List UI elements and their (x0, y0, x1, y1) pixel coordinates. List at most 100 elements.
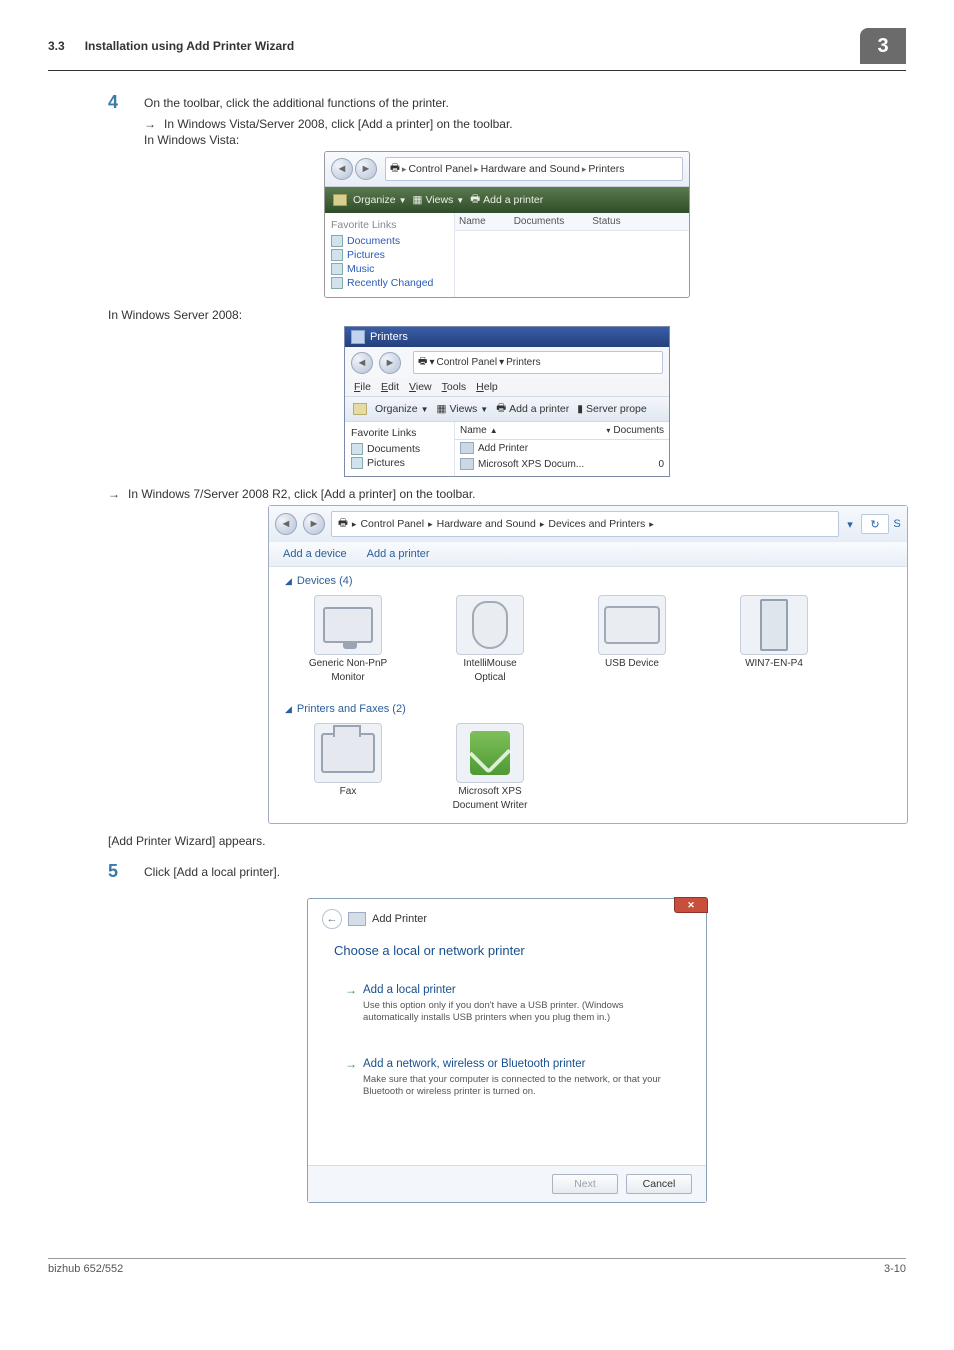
printer-icon (351, 330, 365, 344)
printer-fax[interactable]: Fax (293, 723, 403, 811)
nav-back-button[interactable]: ◄ (331, 158, 353, 180)
list-area (455, 231, 689, 281)
add-printer-button[interactable]: 🖶 Add a printer (470, 191, 543, 209)
arrow-icon: → (108, 487, 120, 501)
views-menu[interactable]: ▦ Views ▼ (437, 403, 489, 415)
nav-forward-button[interactable]: ► (379, 352, 401, 374)
server2008-printers-window: Printers ◄ ► 🖶 ▾ Control Panel ▾ Printer… (344, 326, 670, 477)
col-name[interactable]: Name (459, 216, 486, 227)
search-indicator: S (893, 514, 901, 534)
close-button[interactable]: ✕ (674, 897, 708, 913)
device-computer[interactable]: WIN7-EN-P4 (719, 595, 829, 683)
col-status[interactable]: Status (592, 216, 620, 227)
vista-label: In Windows Vista: (144, 133, 906, 147)
crumb-hardware-sound[interactable]: Hardware and Sound (437, 518, 536, 530)
views-icon: ▦ (413, 194, 423, 206)
crumb-hardware-sound[interactable]: Hardware and Sound (481, 163, 580, 175)
footer-page: 3-10 (884, 1263, 906, 1275)
refresh-button[interactable]: ↻ (861, 514, 889, 534)
section-number: 3.3 (48, 39, 65, 53)
nav-forward-button[interactable]: ► (303, 513, 325, 535)
add-device-button[interactable]: Add a device (283, 548, 347, 560)
menu-help[interactable]: Help (476, 381, 498, 393)
step-4-text: On the toolbar, click the additional fun… (144, 93, 449, 110)
organize-menu[interactable]: Organize ▼ (375, 403, 429, 415)
printers-section-header[interactable]: ◢Printers and Faxes (2) (269, 695, 907, 717)
chevron-right-icon: ▸ (352, 519, 357, 530)
cancel-button[interactable]: Cancel (626, 1174, 692, 1194)
menu-view[interactable]: View (409, 381, 432, 393)
add-printer-button[interactable]: 🖶 Add a printer (496, 400, 569, 418)
crumb-control-panel[interactable]: Control Panel (408, 163, 472, 175)
nav-forward-button[interactable]: ► (355, 158, 377, 180)
favorite-links-header: Favorite Links (351, 427, 448, 439)
add-printer-item[interactable]: Add Printer (455, 440, 669, 456)
menu-tools[interactable]: Tools (442, 381, 467, 393)
window-titlebar: Printers (345, 327, 669, 347)
fav-music[interactable]: Music (331, 263, 448, 275)
printer-icon: 🖶 (470, 191, 480, 209)
xps-printer-item[interactable]: Microsoft XPS Docum...0 (455, 456, 669, 472)
fav-recently-changed[interactable]: Recently Changed (331, 277, 448, 289)
dropdown-icon: ▾ (606, 426, 610, 435)
fax-icon (321, 733, 375, 773)
devices-icon: 🖶 (338, 515, 348, 533)
device-monitor[interactable]: Generic Non-PnPMonitor (293, 595, 403, 683)
nav-back-button[interactable]: ◄ (275, 513, 297, 535)
option-local-printer[interactable]: →Add a local printer Use this option onl… (334, 974, 680, 1034)
documents-icon (331, 235, 343, 247)
views-menu[interactable]: ▦ Views ▼ (413, 194, 465, 206)
arrow-icon: → (345, 983, 357, 997)
col-documents[interactable]: ▾Documents (606, 425, 664, 436)
folder-icon (353, 403, 367, 415)
breadcrumb[interactable]: 🖶 ▾ Control Panel ▾ Printers (413, 351, 663, 374)
printer-icon (460, 458, 474, 470)
arrow-icon: → (144, 117, 156, 131)
device-usb[interactable]: USB Device (577, 595, 687, 683)
crumb-control-panel[interactable]: Control Panel (436, 357, 497, 368)
devices-section-header[interactable]: ◢Devices (4) (269, 567, 907, 589)
option-network-printer[interactable]: →Add a network, wireless or Bluetooth pr… (334, 1048, 680, 1108)
xps-writer-icon (470, 731, 510, 775)
fav-pictures[interactable]: Pictures (331, 249, 448, 261)
pictures-icon (351, 457, 363, 469)
back-button[interactable]: ← (322, 909, 342, 929)
step-5-number: 5 (108, 862, 144, 880)
documents-icon (351, 443, 363, 455)
favorite-links-header: Favorite Links (331, 219, 448, 231)
add-printer-button[interactable]: Add a printer (367, 548, 430, 560)
fav-documents[interactable]: Documents (351, 443, 448, 455)
chevron-right-icon: ▸ (540, 519, 545, 530)
chevron-down-icon: ▼ (456, 196, 464, 205)
collapse-icon: ◢ (285, 704, 292, 715)
col-documents[interactable]: Documents (514, 216, 565, 227)
nav-back-button[interactable]: ◄ (351, 352, 373, 374)
music-icon (331, 263, 343, 275)
monitor-icon (323, 607, 373, 643)
crumb-control-panel[interactable]: Control Panel (360, 518, 424, 530)
win7-devices-window: ◄ ► 🖶 ▸ Control Panel ▸ Hardware and Sou… (268, 505, 908, 824)
chevron-down-icon[interactable]: ▾ (843, 518, 857, 531)
views-icon: ▦ (437, 403, 447, 415)
fav-pictures[interactable]: Pictures (351, 457, 448, 469)
menu-file[interactable]: File (354, 381, 371, 393)
next-button[interactable]: Next (552, 1174, 618, 1194)
device-mouse[interactable]: IntelliMouseOptical (435, 595, 545, 683)
recently-changed-icon (331, 277, 343, 289)
footer-product: bizhub 652/552 (48, 1263, 123, 1275)
crumb-printers[interactable]: Printers (588, 163, 624, 175)
printer-xps[interactable]: Microsoft XPSDocument Writer (435, 723, 545, 811)
server-properties-button[interactable]: ▮ Server prope (577, 403, 646, 415)
chevron-right-icon: ▸ (474, 164, 479, 175)
printer-folder-icon: 🖶 (418, 354, 427, 371)
crumb-devices-printers[interactable]: Devices and Printers (548, 518, 645, 530)
organize-menu[interactable]: Organize ▼ (353, 194, 407, 206)
chevron-down-icon: ▼ (399, 196, 407, 205)
step-4-number: 4 (108, 93, 144, 111)
fav-documents[interactable]: Documents (331, 235, 448, 247)
menu-edit[interactable]: Edit (381, 381, 399, 393)
breadcrumb[interactable]: 🖶 ▸ Control Panel ▸ Hardware and Sound ▸… (331, 511, 839, 537)
col-name[interactable]: Name ▲ (460, 425, 498, 436)
crumb-printers[interactable]: Printers (506, 357, 540, 368)
breadcrumb[interactable]: 🖶 ▸ Control Panel ▸ Hardware and Sound ▸… (385, 157, 683, 181)
